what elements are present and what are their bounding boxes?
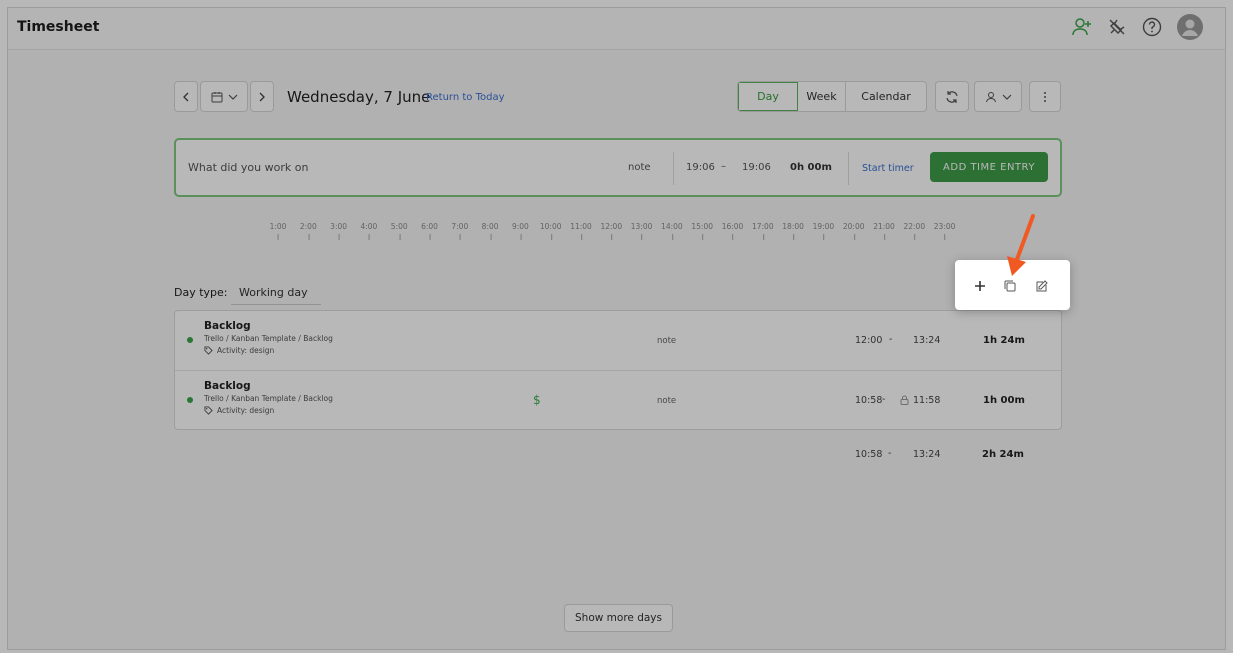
annotation-arrow-icon: [1007, 214, 1035, 276]
